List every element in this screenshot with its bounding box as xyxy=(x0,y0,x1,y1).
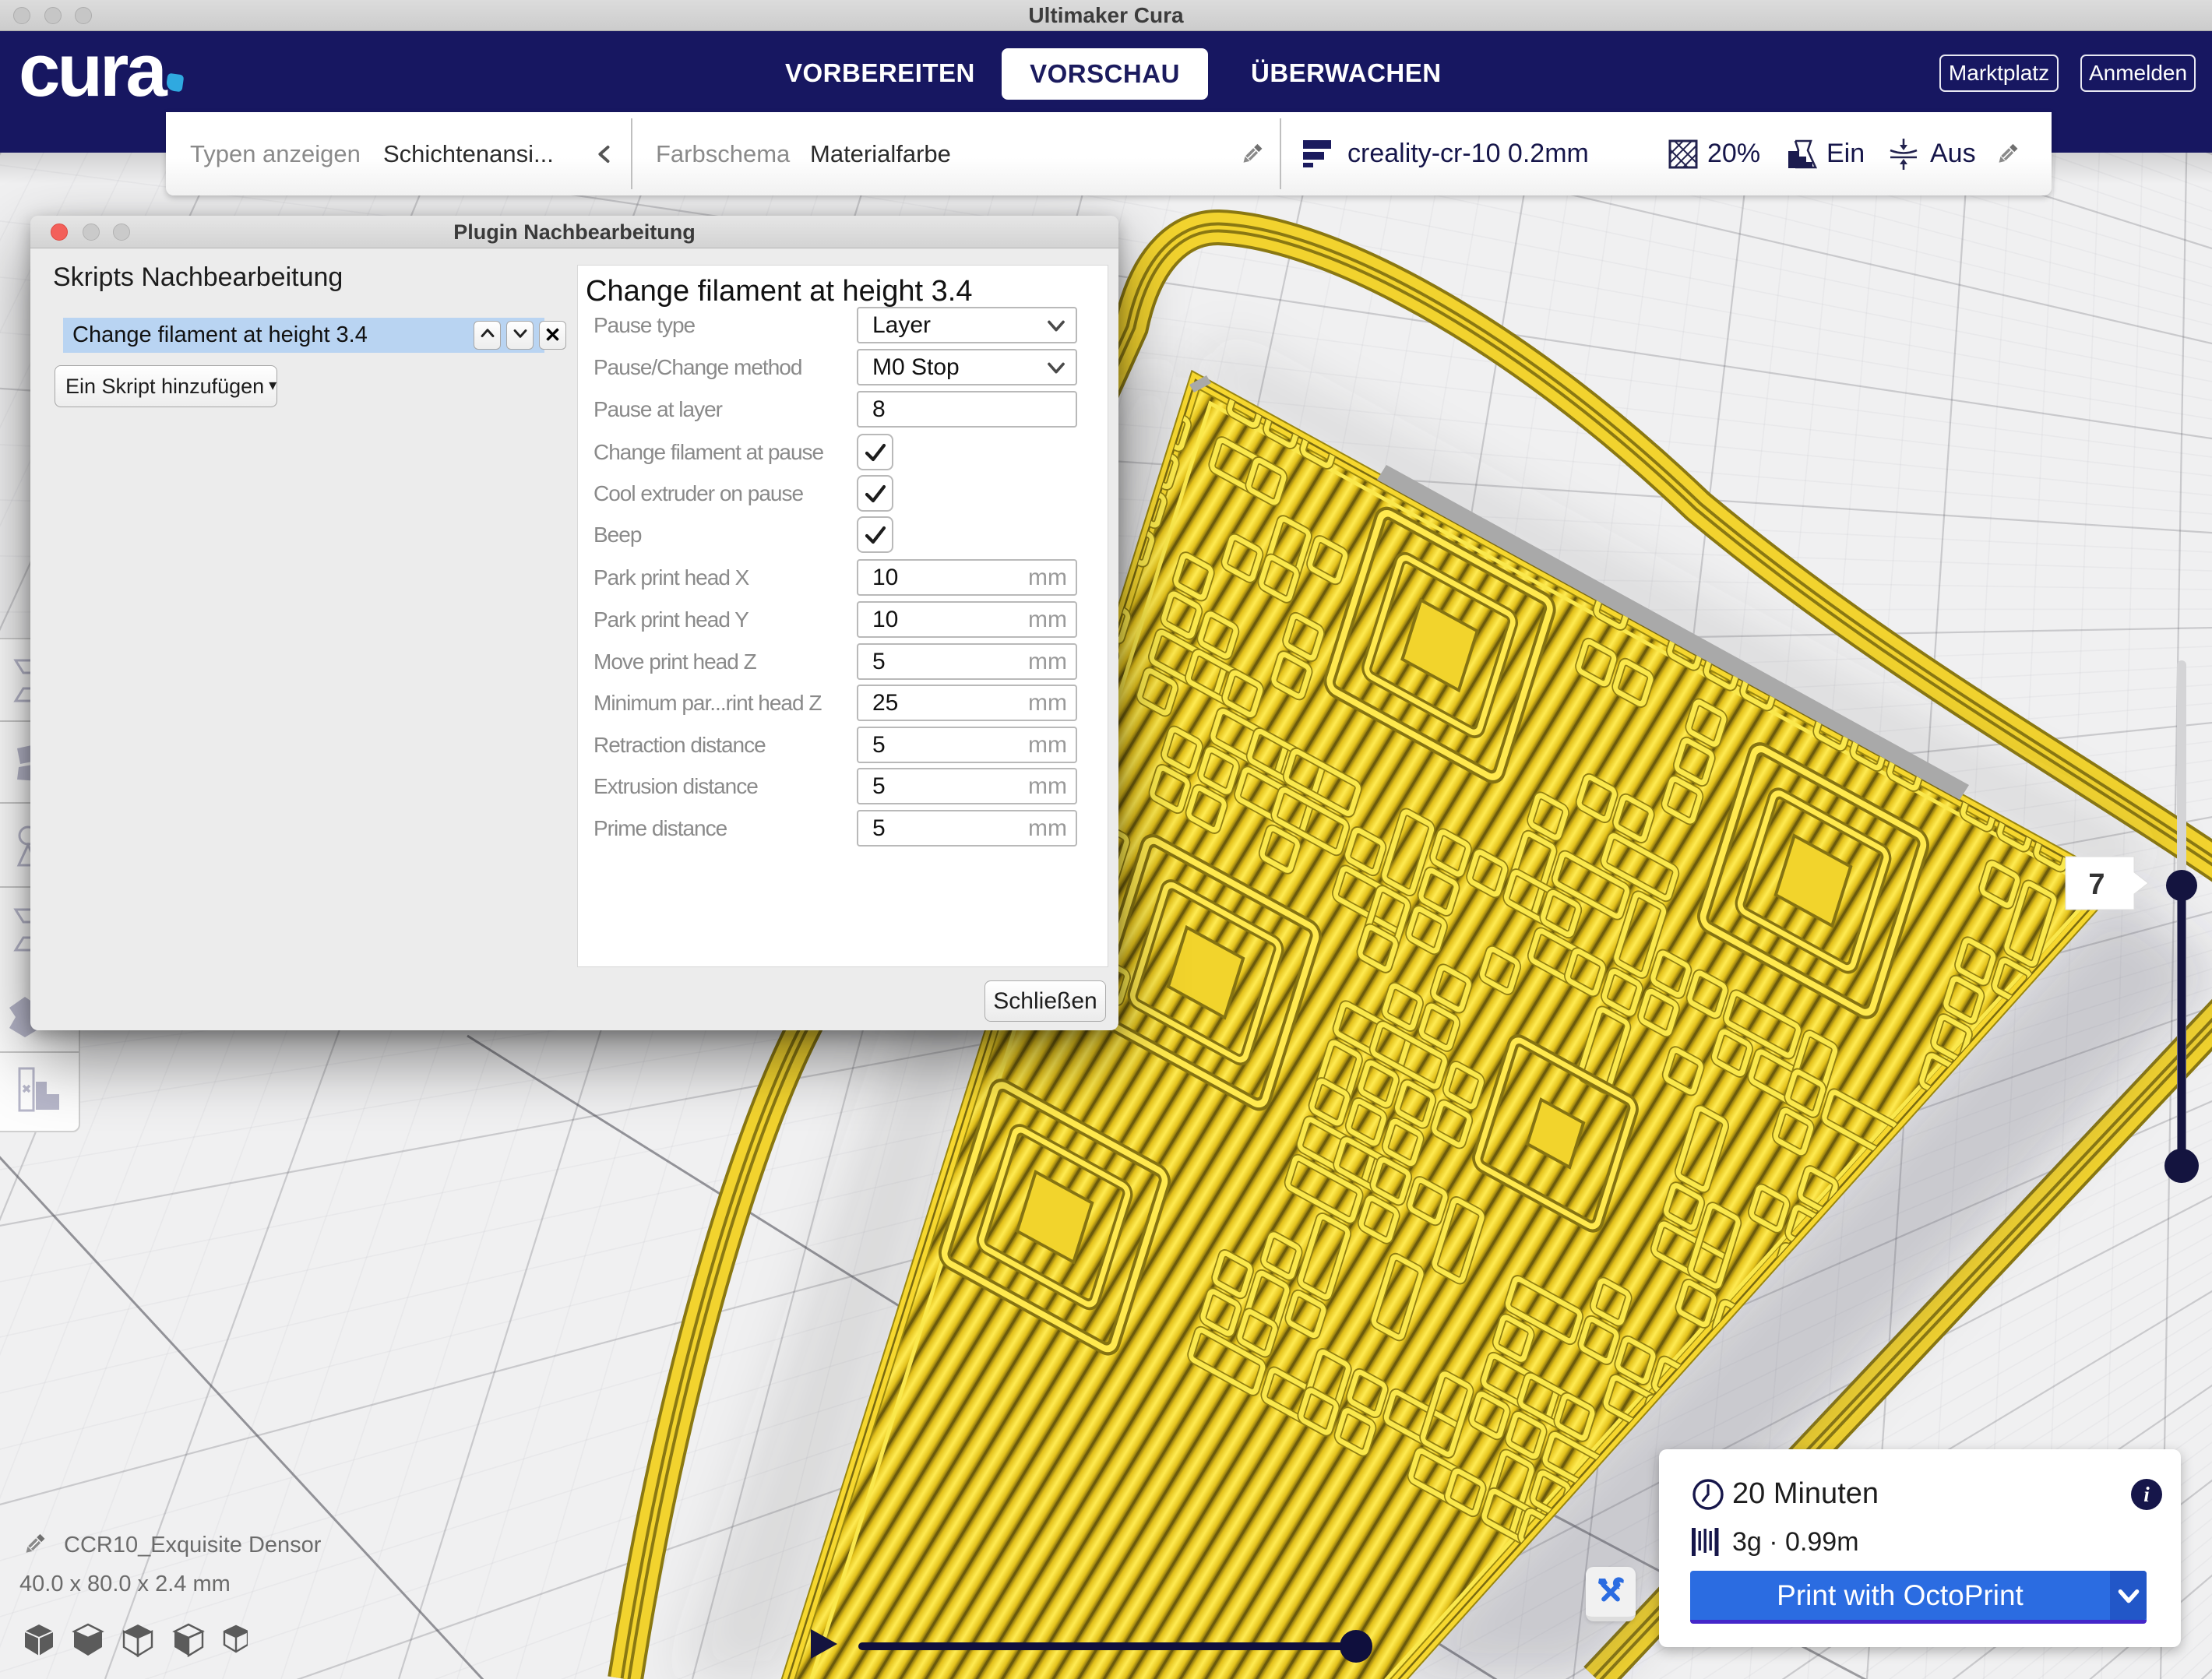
svg-text:i: i xyxy=(2143,1483,2150,1506)
svg-text:7: 7 xyxy=(2088,868,2105,901)
